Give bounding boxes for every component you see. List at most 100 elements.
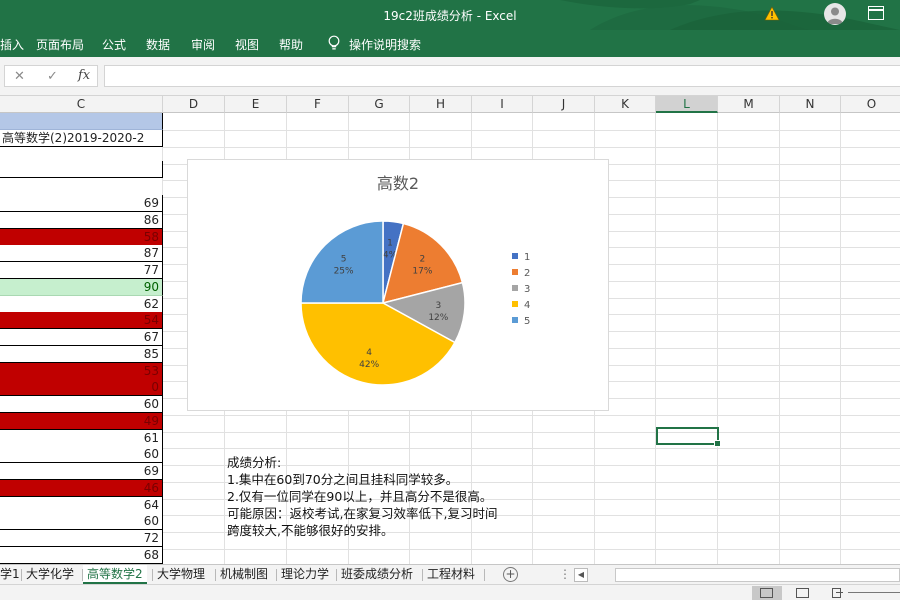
legend-swatch xyxy=(512,253,518,259)
legend-item-1[interactable]: 1 xyxy=(512,252,530,263)
page-break-view-button[interactable] xyxy=(822,586,852,600)
sheet-tab-bar: 学1 大学化学 高等数学2 大学物理 机械制图 理论力学 班委成绩分析 工程材料 + ⋮ ◀ xyxy=(0,564,900,584)
column-header-k[interactable]: K xyxy=(595,96,656,113)
column-header-i[interactable]: I xyxy=(472,96,533,113)
legend-label: 5 xyxy=(524,316,531,327)
score-cell[interactable]: 77 xyxy=(0,262,163,279)
slice-percent-label: 42% xyxy=(359,360,379,370)
sheet-tab[interactable]: 大学物理 xyxy=(153,565,209,584)
score-cell[interactable]: 69 xyxy=(0,195,163,212)
grid-row-line xyxy=(163,414,900,416)
warning-icon[interactable] xyxy=(764,6,780,22)
column-header-n[interactable]: N xyxy=(780,96,841,113)
legend-label: 1 xyxy=(524,252,531,263)
sheet-bar-splitter-icon[interactable]: ⋮ xyxy=(559,567,571,581)
legend-item-3[interactable]: 3 xyxy=(512,284,530,295)
pie-chart[interactable]: 1 4% 2 17% 3 12% 4 42% 5 25% 高数2 12345 xyxy=(187,159,609,411)
sheet-tab-divider xyxy=(152,569,153,581)
add-sheet-button[interactable]: + xyxy=(503,567,518,582)
sheet-tab[interactable]: 大学化学 xyxy=(22,565,78,584)
header-cell[interactable] xyxy=(0,113,163,130)
sheet-tab[interactable]: 高等数学2 xyxy=(83,565,147,584)
cancel-icon[interactable]: ✕ xyxy=(14,69,25,84)
score-cell[interactable]: 58 xyxy=(0,228,163,246)
scroll-left-button[interactable]: ◀ xyxy=(574,568,588,582)
score-cell[interactable]: 72 xyxy=(0,530,163,547)
score-cell[interactable]: 54 xyxy=(0,312,163,330)
score-cell[interactable]: 0 xyxy=(0,379,163,397)
score-cell[interactable]: 53 xyxy=(0,362,163,380)
slice-percent-label: 12% xyxy=(428,313,448,323)
zoom-out-button[interactable] xyxy=(836,592,843,593)
course-title-cell[interactable]: 高等数学(2)2019-2020-2 xyxy=(0,129,163,147)
score-cell[interactable]: 90 xyxy=(0,278,163,296)
tab-view[interactable]: 视图 xyxy=(235,36,259,53)
formula-bar: ✕ ✓ fx xyxy=(0,57,900,96)
worksheet-grid[interactable]: CDEFGHIJKLMNO 高等数学(2)2019-2020-2 69 86 58 87… xyxy=(0,96,900,564)
column-header-d[interactable]: D xyxy=(163,96,225,113)
legend-item-4[interactable]: 4 xyxy=(512,300,530,311)
formula-input[interactable] xyxy=(104,65,900,87)
enter-check-icon[interactable]: ✓ xyxy=(47,69,58,84)
title-bar: 19c2班成绩分析 - Excel xyxy=(0,0,900,30)
column-header-c[interactable]: C xyxy=(0,96,163,113)
tab-data[interactable]: 数据 xyxy=(146,36,170,53)
score-cell[interactable]: 86 xyxy=(0,211,163,229)
score-cell[interactable]: 60 xyxy=(0,513,163,531)
analysis-line: 成绩分析: xyxy=(227,455,282,470)
legend-item-5[interactable]: 5 xyxy=(512,316,530,327)
active-cell-selection[interactable] xyxy=(656,427,721,447)
tab-page-layout[interactable]: 页面布局 xyxy=(36,36,84,53)
column-header-g[interactable]: G xyxy=(349,96,410,113)
score-cell[interactable]: 61 xyxy=(0,429,163,447)
sheet-tab[interactable]: 班委成绩分析 xyxy=(337,565,417,584)
column-header-h[interactable]: H xyxy=(410,96,472,113)
column-header-j[interactable]: J xyxy=(533,96,595,113)
column-header-l[interactable]: L xyxy=(656,96,718,113)
sheet-tab-divider xyxy=(21,569,22,581)
sheet-tab[interactable]: 机械制图 xyxy=(216,565,272,584)
score-cell[interactable]: 62 xyxy=(0,295,163,313)
score-cell[interactable]: 46 xyxy=(0,479,163,497)
legend-swatch xyxy=(512,317,518,323)
excel-window: 19c2班成绩分析 - Excel 插入 页面布局 公式 数据 审阅 视图 帮助 操作说明搜索… xyxy=(0,0,900,600)
analysis-text[interactable]: 成绩分析: 1.集中在60到70分之间且挂科同学较多。 2.仅有一位同学在90以上，… xyxy=(227,454,497,539)
zoom-slider[interactable] xyxy=(848,592,900,593)
user-avatar-icon[interactable] xyxy=(824,3,846,25)
tab-formulas[interactable]: 公式 xyxy=(102,36,126,53)
insert-function-icon[interactable]: fx xyxy=(78,68,90,83)
legend-label: 4 xyxy=(524,300,531,311)
tab-insert[interactable]: 插入 xyxy=(0,36,24,53)
score-cell[interactable]: 68 xyxy=(0,546,163,564)
chart-title: 高数2 xyxy=(376,174,420,193)
tell-me-search[interactable]: 操作说明搜索 xyxy=(349,36,421,53)
horizontal-scrollbar[interactable] xyxy=(615,568,900,582)
score-cell[interactable]: 69 xyxy=(0,463,163,480)
score-cell[interactable]: 64 xyxy=(0,496,163,514)
score-cell[interactable]: 49 xyxy=(0,412,163,430)
tab-review[interactable]: 审阅 xyxy=(191,36,215,53)
sheet-tab-divider xyxy=(484,569,485,581)
empty-cell[interactable] xyxy=(0,160,163,178)
lightbulb-icon xyxy=(328,35,340,50)
score-cell[interactable]: 87 xyxy=(0,245,163,263)
normal-view-button[interactable] xyxy=(752,586,782,600)
column-header-f[interactable]: F xyxy=(287,96,349,113)
tab-help[interactable]: 帮助 xyxy=(279,36,303,53)
page-layout-view-button[interactable] xyxy=(788,586,818,600)
analysis-line: 2.仅有一位同学在90以上，并且高分不是很高。 xyxy=(227,489,493,504)
column-header-o[interactable]: O xyxy=(841,96,900,113)
score-cell[interactable]: 67 xyxy=(0,329,163,346)
score-cell[interactable]: 60 xyxy=(0,446,163,464)
score-cell[interactable]: 85 xyxy=(0,345,163,363)
grid-row-line xyxy=(163,431,900,433)
sheet-tab[interactable]: 工程材料 xyxy=(423,565,479,584)
column-header-m[interactable]: M xyxy=(718,96,780,113)
sheet-tab[interactable]: 理论力学 xyxy=(277,565,333,584)
column-header-e[interactable]: E xyxy=(225,96,287,113)
sheet-tab-divider xyxy=(336,569,337,581)
legend-item-2[interactable]: 2 xyxy=(512,268,530,279)
score-cell[interactable]: 60 xyxy=(0,396,163,413)
ribbon-display-options-icon[interactable] xyxy=(868,6,884,20)
grid-row-line xyxy=(163,130,900,131)
